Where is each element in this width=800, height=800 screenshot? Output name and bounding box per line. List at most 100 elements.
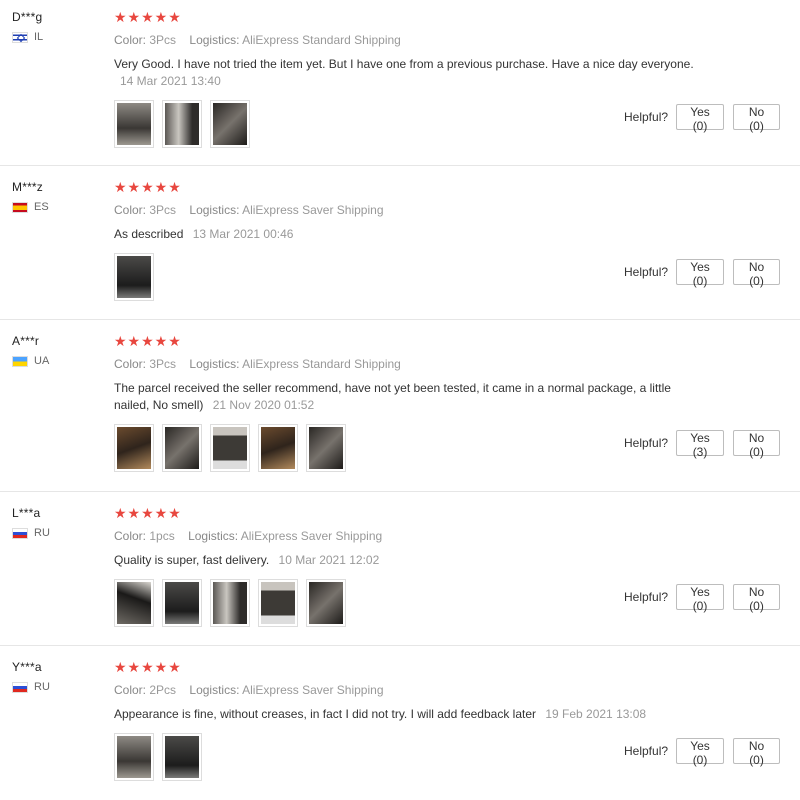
review-item: D***g IL ★★★★★ Color: 3Pcs Logistics: Al… [0,0,800,166]
color-label: Color: [114,529,147,543]
review-text: Appearance is fine, without creases, in … [114,707,536,721]
review-item: M***z ES ★★★★★ Color: 3Pcs Logistics: Al… [0,166,800,320]
review-photo-thumbnail[interactable] [258,424,298,472]
helpful-label: Helpful? [624,436,669,450]
star-rating: ★★★★★ [114,179,182,195]
review-photo-thumbnail[interactable] [114,424,154,472]
review-date: 19 Feb 2021 13:08 [545,707,647,721]
reviewer-name: Y***a [12,660,42,674]
spain-flag-icon [12,201,28,213]
helpful-no-button[interactable]: No (0) [733,738,781,767]
helpful-vote: Helpful? Yes (0) No (0) [624,584,781,613]
star-rating: ★★★★★ [114,9,182,25]
review-meta: Color: 3Pcs Logistics: AliExpress Standa… [114,33,704,47]
russia-flag-icon [12,681,28,693]
review-photos [114,424,704,472]
review-photo-thumbnail[interactable] [162,100,202,148]
review-photos [114,100,704,148]
review-text: As described [114,227,184,241]
review-text-block: Appearance is fine, without creases, in … [114,706,704,723]
reviewer-info: Y***a RU [12,660,50,693]
logistics-value: AliExpress Standard Shipping [242,357,401,371]
review-photos [114,733,704,781]
helpful-yes-button[interactable]: Yes (0) [676,104,725,133]
review-photo-thumbnail[interactable] [114,100,154,148]
reviewer-info: M***z ES [12,180,49,213]
logistics-label: Logistics: [189,203,240,217]
reviewer-name: M***z [12,180,44,194]
review-content: ★★★★★ Color: 2Pcs Logistics: AliExpress … [114,660,704,781]
helpful-label: Helpful? [624,590,669,604]
helpful-no-button[interactable]: No (0) [733,430,781,459]
reviewer-country: ES [12,201,49,213]
review-text: Quality is super, fast delivery. [114,553,270,567]
color-value: 3Pcs [149,357,177,371]
helpful-vote: Helpful? Yes (0) No (0) [624,104,781,133]
color-label: Color: [114,33,147,47]
review-photo-thumbnail[interactable] [306,424,346,472]
helpful-no-button[interactable]: No (0) [733,584,781,613]
logistics-label: Logistics: [188,529,239,543]
reviewer-name: D***g [12,10,43,24]
review-date: 10 Mar 2021 12:02 [278,553,380,567]
review-text-block: Very Good. I have not tried the item yet… [114,56,704,90]
review-text: Very Good. I have not tried the item yet… [114,57,694,71]
review-item: Y***a RU ★★★★★ Color: 2Pcs Logistics: Al… [0,646,800,800]
review-photo-thumbnail[interactable] [210,424,250,472]
review-item: L***a RU ★★★★★ Color: 1pcs Logistics: Al… [0,492,800,646]
color-value: 3Pcs [149,203,177,217]
review-meta: Color: 1pcs Logistics: AliExpress Saver … [114,529,704,543]
reviewer-name: A***r [12,334,40,348]
color-value: 3Pcs [149,33,177,47]
star-rating: ★★★★★ [114,505,182,521]
logistics-label: Logistics: [189,33,240,47]
review-date: 21 Nov 2020 01:52 [212,398,315,412]
helpful-vote: Helpful? Yes (0) No (0) [624,259,781,288]
ukraine-flag-icon [12,355,28,367]
helpful-yes-button[interactable]: Yes (0) [676,584,725,613]
helpful-yes-button[interactable]: Yes (3) [676,430,725,459]
country-code: IL [34,31,44,43]
reviewer-name: L***a [12,506,41,520]
color-value: 1pcs [149,529,175,543]
color-label: Color: [114,357,147,371]
reviewer-country: RU [12,527,50,539]
review-photo-thumbnail[interactable] [162,579,202,627]
review-photo-thumbnail[interactable] [114,579,154,627]
helpful-vote: Helpful? Yes (3) No (0) [624,430,781,459]
review-item: A***r UA ★★★★★ Color: 3Pcs Logistics: Al… [0,320,800,492]
review-meta: Color: 3Pcs Logistics: AliExpress Standa… [114,357,704,371]
review-photo-thumbnail[interactable] [162,733,202,781]
helpful-yes-button[interactable]: Yes (0) [676,738,725,767]
review-list: D***g IL ★★★★★ Color: 3Pcs Logistics: Al… [0,0,800,800]
review-photo-thumbnail[interactable] [114,733,154,781]
review-photo-thumbnail[interactable] [114,253,154,301]
reviewer-info: L***a RU [12,506,50,539]
color-value: 2Pcs [149,683,177,697]
israel-flag-icon [12,31,28,43]
star-rating: ★★★★★ [114,333,182,349]
review-date: 13 Mar 2021 00:46 [192,227,294,241]
reviewer-country: IL [12,31,43,43]
review-photo-thumbnail[interactable] [162,424,202,472]
helpful-no-button[interactable]: No (0) [733,259,781,288]
review-text: The parcel received the seller recommend… [114,381,671,412]
review-photo-thumbnail[interactable] [258,579,298,627]
review-photo-thumbnail[interactable] [306,579,346,627]
review-content: ★★★★★ Color: 3Pcs Logistics: AliExpress … [114,334,704,472]
country-code: ES [34,201,49,213]
helpful-no-button[interactable]: No (0) [733,104,781,133]
review-photo-thumbnail[interactable] [210,100,250,148]
logistics-value: AliExpress Saver Shipping [242,203,384,217]
russia-flag-icon [12,527,28,539]
country-code: RU [34,527,50,539]
review-photos [114,253,704,301]
helpful-yes-button[interactable]: Yes (0) [676,259,725,288]
review-content: ★★★★★ Color: 3Pcs Logistics: AliExpress … [114,180,704,301]
reviewer-country: RU [12,681,50,693]
reviewer-info: D***g IL [12,10,43,43]
review-text-block: As described 13 Mar 2021 00:46 [114,226,704,243]
country-code: UA [34,355,50,367]
logistics-value: AliExpress Saver Shipping [240,529,383,543]
review-photo-thumbnail[interactable] [210,579,250,627]
